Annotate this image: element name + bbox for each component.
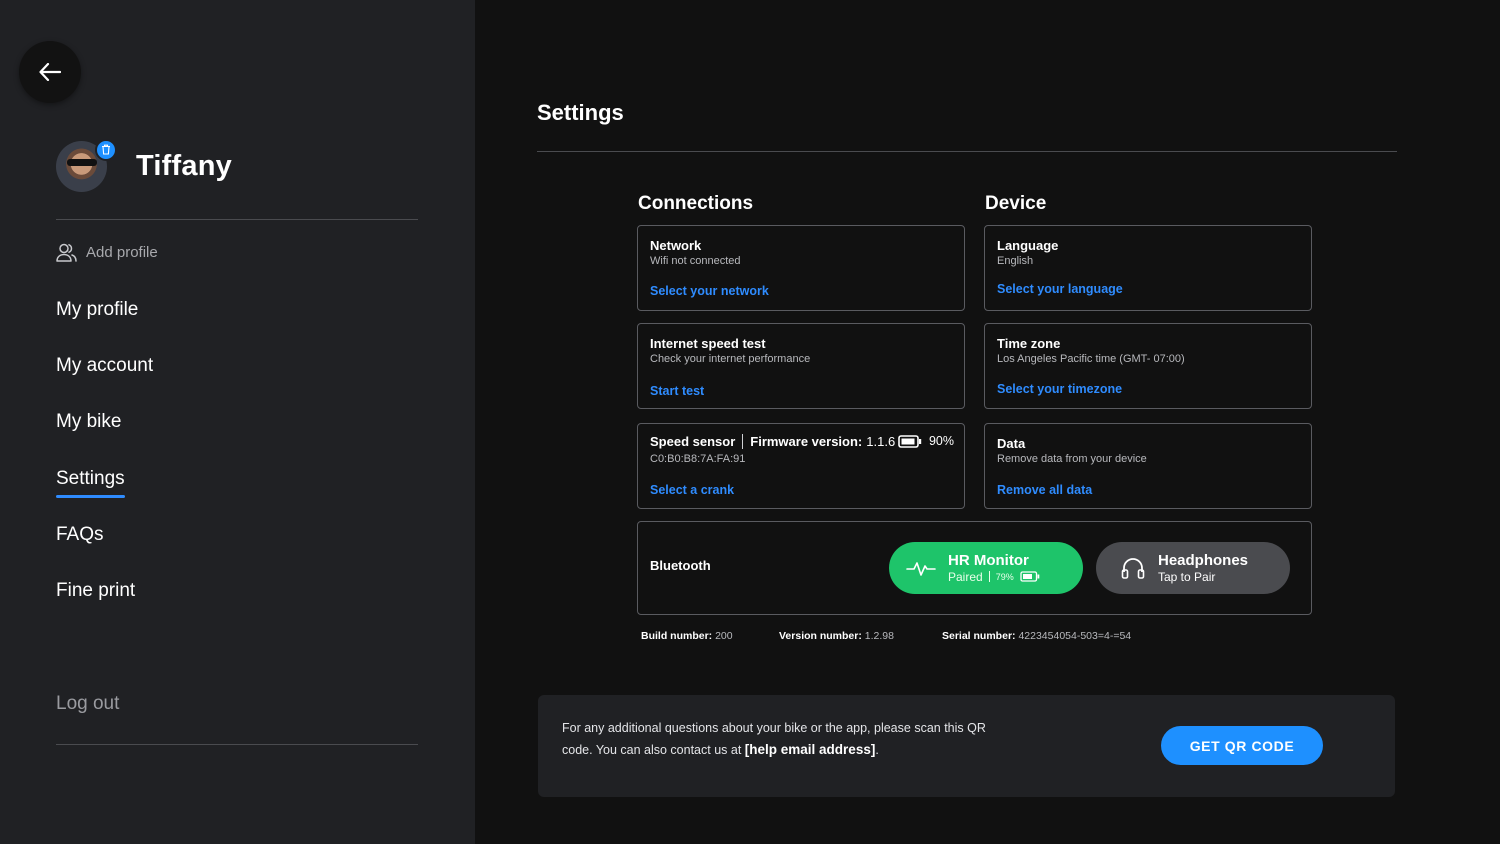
sidebar: Tiffany Add profile My profile My accoun…: [0, 0, 475, 844]
hr-monitor-status-row: Paired 79%: [948, 570, 1040, 584]
serial-number: Serial number: 4223454054-503=4-=54: [942, 630, 1131, 642]
timezone-value: Los Angeles Pacific time (GMT- 07:00): [997, 353, 1185, 365]
firmware-label: Firmware version:: [750, 434, 863, 449]
speed-test-title: Internet speed test: [650, 336, 766, 351]
divider: [56, 219, 418, 220]
version-number-label: Version number:: [779, 630, 862, 642]
timezone-card: Time zone Los Angeles Pacific time (GMT-…: [984, 323, 1312, 409]
headphones-icon: [1121, 557, 1145, 579]
users-icon: [56, 243, 77, 262]
divider: [56, 744, 418, 745]
hr-monitor-battery-level: 79%: [995, 571, 1014, 582]
battery-icon: [898, 434, 922, 448]
select-timezone-link[interactable]: Select your timezone: [997, 382, 1122, 396]
help-email-link[interactable]: [help email address]: [745, 742, 876, 757]
remove-all-data-link[interactable]: Remove all data: [997, 483, 1092, 497]
build-number-value: 200: [715, 630, 733, 642]
timezone-title: Time zone: [997, 336, 1061, 351]
back-button[interactable]: [19, 41, 81, 103]
bluetooth-card: Bluetooth HR Monitor Paired 79% Headphon…: [637, 521, 1312, 615]
avatar-glasses: [67, 158, 97, 166]
divider: [742, 434, 744, 449]
version-number-value: 1.2.98: [864, 630, 894, 642]
headphones-status: Tap to Pair: [1158, 569, 1216, 584]
sensor-battery-level: 90%: [928, 434, 954, 448]
data-status: Remove data from your device: [997, 453, 1147, 465]
serial-number-label: Serial number:: [942, 630, 1016, 642]
speed-test-card: Internet speed test Check your internet …: [637, 323, 965, 409]
headphones-title: Headphones: [1158, 551, 1249, 569]
build-number: Build number: 200: [641, 630, 733, 642]
serial-number-value: 4223454054-503=4-=54: [1018, 630, 1132, 642]
headphones-button[interactable]: Headphones Tap to Pair: [1096, 542, 1290, 594]
add-profile-label: Add profile: [86, 244, 158, 261]
hr-monitor-button[interactable]: HR Monitor Paired 79%: [889, 542, 1083, 594]
heartbeat-icon: [906, 558, 936, 578]
speed-test-status: Check your internet performance: [650, 353, 811, 365]
data-card: Data Remove data from your device Remove…: [984, 423, 1312, 509]
nav-item-settings[interactable]: Settings: [56, 468, 125, 498]
add-profile-button[interactable]: Add profile: [56, 243, 158, 262]
network-title: Network: [650, 238, 702, 253]
profile-name: Tiffany: [136, 149, 232, 182]
help-text: For any additional questions about your …: [562, 717, 992, 761]
arrow-left-icon: [39, 63, 61, 81]
device-heading: Device: [985, 193, 1047, 214]
hr-monitor-title: HR Monitor: [948, 551, 1029, 569]
sensor-battery: 90%: [898, 434, 954, 448]
nav-item-my-profile[interactable]: My profile: [56, 299, 138, 321]
connections-heading: Connections: [638, 193, 754, 214]
help-text-end: .: [875, 743, 879, 757]
build-number-label: Build number:: [641, 630, 713, 642]
select-network-link[interactable]: Select your network: [650, 284, 769, 298]
hr-monitor-status: Paired: [948, 569, 983, 584]
network-status: Wifi not connected: [650, 255, 741, 267]
speed-sensor-header: Speed sensor Firmware version: 1.1.6: [650, 434, 895, 449]
divider: [537, 151, 1397, 152]
nav-item-my-account[interactable]: My account: [56, 355, 153, 377]
speed-sensor-title: Speed sensor: [650, 434, 736, 449]
bluetooth-label: Bluetooth: [650, 558, 711, 573]
start-test-link[interactable]: Start test: [650, 384, 704, 398]
trash-icon[interactable]: [95, 138, 117, 161]
logout-button[interactable]: Log out: [56, 693, 119, 715]
avatar[interactable]: [56, 138, 117, 192]
language-card: Language English Select your language: [984, 225, 1312, 311]
language-title: Language: [997, 238, 1059, 253]
profile-header: Tiffany: [56, 138, 232, 192]
speed-sensor-card: Speed sensor Firmware version: 1.1.6 90%…: [637, 423, 965, 509]
data-title: Data: [997, 436, 1026, 451]
nav-item-my-bike[interactable]: My bike: [56, 411, 121, 433]
get-qr-code-button[interactable]: GET QR CODE: [1161, 726, 1323, 765]
page-title: Settings: [537, 100, 624, 125]
battery-icon: [1020, 571, 1040, 582]
nav-item-fine-print[interactable]: Fine print: [56, 580, 135, 602]
select-crank-link[interactable]: Select a crank: [650, 483, 734, 497]
firmware-value: 1.1.6: [866, 434, 896, 449]
sensor-address: C0:B0:B8:7A:FA:91: [650, 453, 746, 465]
help-panel: For any additional questions about your …: [538, 695, 1395, 797]
version-number: Version number: 1.2.98: [779, 630, 894, 642]
select-language-link[interactable]: Select your language: [997, 282, 1123, 296]
divider: [988, 571, 990, 582]
network-card: Network Wifi not connected Select your n…: [637, 225, 965, 311]
nav-item-faqs[interactable]: FAQs: [56, 524, 104, 546]
language-value: English: [997, 255, 1034, 267]
